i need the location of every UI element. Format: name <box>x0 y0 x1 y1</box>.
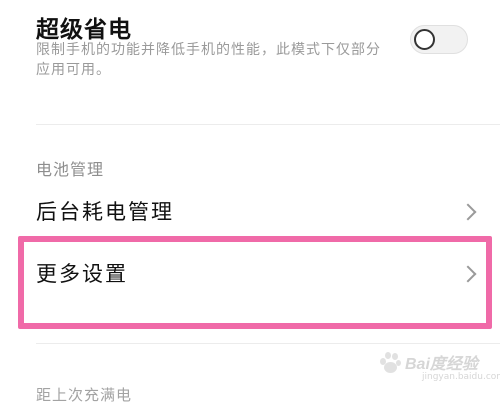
background-power-management-label: 后台耗电管理 <box>36 200 174 224</box>
battery-management-header: 电池管理 <box>36 160 105 179</box>
background-power-management-row[interactable]: 后台耗电管理 <box>0 190 500 234</box>
baidu-watermark: Bai度经验 jingyan.baidu.com <box>378 350 500 382</box>
watermark-subtext: jingyan.baidu.com <box>422 372 500 382</box>
chevron-right-icon <box>459 203 477 221</box>
divider <box>36 124 500 125</box>
super-power-saving-toggle[interactable] <box>410 25 468 54</box>
super-power-saving-description: 限制手机的功能并降低手机的性能，此模式下仅部分应用可用。 <box>36 42 381 78</box>
super-power-saving-title: 超级省电 <box>36 17 132 43</box>
chevron-right-icon <box>459 265 477 283</box>
more-settings-row[interactable]: 更多设置 <box>0 248 500 302</box>
since-last-charge-header: 距上次充满电 <box>36 386 133 404</box>
paw-icon <box>378 350 402 374</box>
watermark-text: Bai度经验 <box>405 356 478 373</box>
toggle-knob <box>414 29 435 50</box>
divider <box>36 343 500 344</box>
more-settings-label: 更多设置 <box>36 262 128 286</box>
